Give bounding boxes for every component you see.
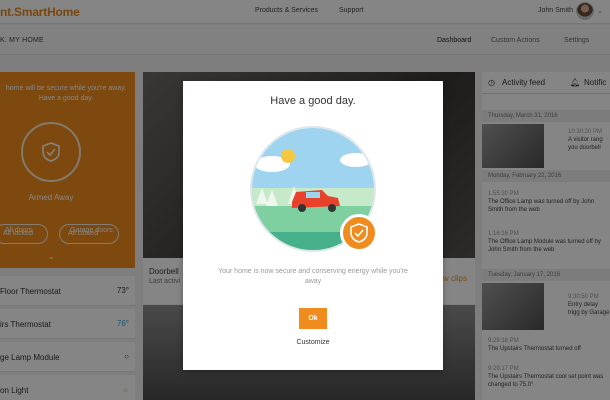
ok-button[interactable]: Ok [299, 308, 327, 329]
shield-check-badge [340, 214, 378, 252]
sun-icon [281, 149, 295, 163]
customize-link[interactable]: Customize [183, 339, 443, 346]
dialog-message: Your home is now secure and conserving e… [218, 268, 408, 285]
shield-check-icon [350, 223, 368, 243]
dialog-title: Have a good day. [270, 95, 356, 107]
security-confirmation-dialog: Have a good day. Your home is now secure… [183, 81, 443, 370]
